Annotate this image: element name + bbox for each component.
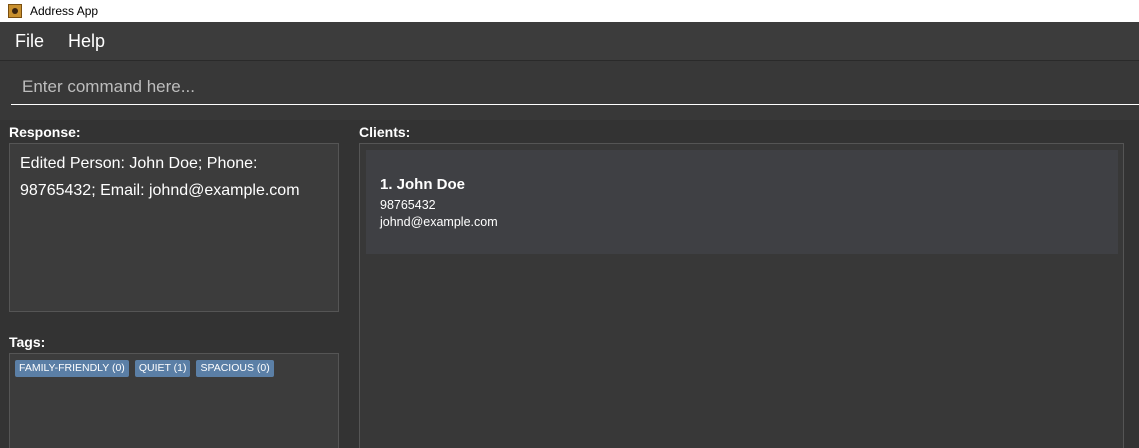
tag-spacious[interactable]: SPACIOUS (0) [196, 360, 274, 377]
tag-family-friendly[interactable]: FAMILY-FRIENDLY (0) [15, 360, 129, 377]
tags-list: FAMILY-FRIENDLY (0) QUIET (1) SPACIOUS (… [9, 353, 339, 448]
menu-bar: File Help [0, 22, 1139, 61]
client-phone: 98765432 [380, 198, 436, 212]
tags-label: Tags: [9, 334, 46, 350]
command-input[interactable] [11, 69, 1139, 105]
menu-help[interactable]: Help [59, 31, 114, 52]
app-icon [8, 4, 22, 18]
menu-file[interactable]: File [6, 31, 53, 52]
client-name: 1. John Doe [380, 176, 466, 193]
client-email: johnd@example.com [380, 215, 498, 229]
client-list[interactable]: 1. John Doe 98765432 johnd@example.com [359, 143, 1124, 448]
client-card[interactable]: 1. John Doe 98765432 johnd@example.com [366, 150, 1118, 254]
window-title: Address App [30, 4, 99, 18]
command-box [0, 61, 1139, 120]
window-titlebar: Address App [0, 0, 1139, 22]
clients-label: Clients: [359, 124, 411, 140]
response-label: Response: [9, 124, 81, 140]
response-text[interactable]: Edited Person: John Doe; Phone: 98765432… [9, 143, 339, 312]
tag-quiet[interactable]: QUIET (1) [134, 360, 191, 377]
